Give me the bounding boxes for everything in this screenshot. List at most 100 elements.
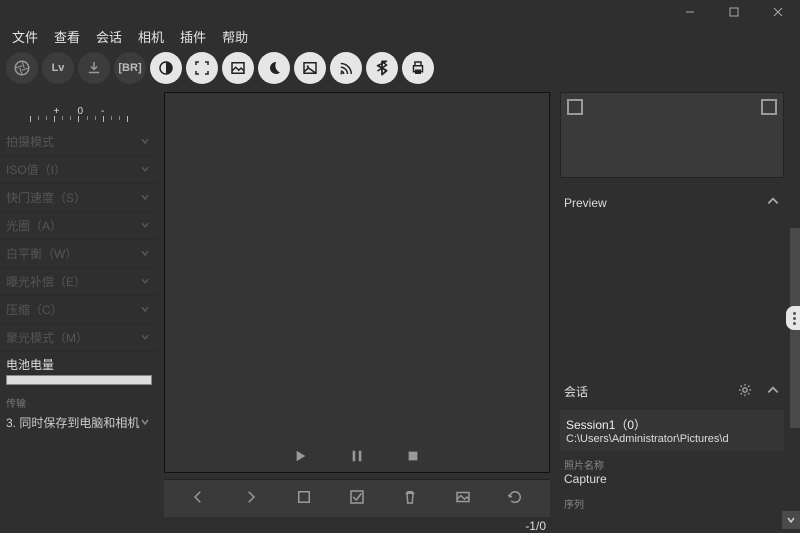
stop-button[interactable] bbox=[406, 449, 420, 466]
toolbar-btn-nightmode[interactable] bbox=[258, 52, 290, 84]
setting-label: 拍摄模式 bbox=[6, 133, 54, 150]
liveview-icon: Lv bbox=[52, 62, 65, 74]
right-panel: Preview 会话 Session1（0） bbox=[556, 88, 800, 533]
battery-label: 电池电量 bbox=[6, 356, 152, 373]
main-row: + 0 - 拍摄模式 ISO值（I） 快门速度（S） 光圈（A） 白平衡（W） … bbox=[0, 88, 800, 533]
toolbar-btn-contrast[interactable] bbox=[150, 52, 182, 84]
menu-camera[interactable]: 相机 bbox=[130, 23, 172, 50]
chevron-down-icon bbox=[140, 303, 150, 317]
session-section-header[interactable]: 会话 bbox=[556, 377, 788, 406]
exposure-scale[interactable]: + 0 - bbox=[0, 88, 158, 128]
preview-section: Preview bbox=[556, 188, 788, 367]
menu-file[interactable]: 文件 bbox=[4, 23, 46, 50]
setting-label: 白平衡（W） bbox=[6, 245, 77, 262]
liveview-button[interactable]: Lv bbox=[42, 52, 74, 84]
session-section: 会话 Session1（0） C:\Users\Administrator\Pi… bbox=[556, 377, 788, 511]
image-counter: -1/0 bbox=[158, 517, 556, 533]
scale-plus: + bbox=[54, 106, 60, 117]
toolbar-btn-fullscreen[interactable] bbox=[186, 52, 218, 84]
panel-expand-handle[interactable] bbox=[786, 306, 800, 330]
transfer-label: 传输 bbox=[0, 395, 158, 410]
scale-ticks bbox=[30, 116, 128, 122]
download-button[interactable] bbox=[78, 52, 110, 84]
chevron-down-icon bbox=[140, 275, 150, 289]
session-name: Session1（0） bbox=[566, 416, 778, 433]
chevron-down-icon bbox=[140, 247, 150, 261]
toolbar-btn-gallery[interactable] bbox=[294, 52, 326, 84]
preview-canvas bbox=[165, 93, 549, 442]
window-maximize-button[interactable] bbox=[712, 0, 756, 24]
window-minimize-button[interactable] bbox=[668, 0, 712, 24]
setting-exposure-comp[interactable]: 曝光补偿（E） bbox=[0, 268, 158, 296]
preview-area bbox=[164, 92, 550, 473]
thumbnail-placeholder[interactable] bbox=[761, 99, 777, 115]
left-panel: + 0 - 拍摄模式 ISO值（I） 快门速度（S） 光圈（A） 白平衡（W） … bbox=[0, 88, 158, 533]
bracket-icon: [BR] bbox=[118, 62, 141, 74]
menu-session[interactable]: 会话 bbox=[88, 23, 130, 50]
setting-shoot-mode[interactable]: 拍摄模式 bbox=[0, 128, 158, 156]
preview-title: Preview bbox=[564, 196, 607, 210]
session-info[interactable]: Session1（0） C:\Users\Administrator\Pictu… bbox=[560, 410, 784, 451]
menu-view[interactable]: 查看 bbox=[46, 23, 88, 50]
setting-focus-mode[interactable]: 聚光模式（M） bbox=[0, 324, 158, 352]
shutter-button[interactable] bbox=[6, 52, 38, 84]
chevron-down-icon bbox=[140, 135, 150, 149]
thumbnail-placeholder[interactable] bbox=[567, 99, 583, 115]
window-close-button[interactable] bbox=[756, 0, 800, 24]
transfer-select[interactable]: 3. 同时保存到电脑和相机 bbox=[0, 410, 158, 435]
scale-minus: - bbox=[101, 106, 104, 117]
setting-label: 曝光补偿（E） bbox=[6, 273, 86, 290]
history-button[interactable] bbox=[506, 488, 524, 509]
photo-name-value[interactable]: Capture bbox=[556, 472, 788, 490]
setting-aperture[interactable]: 光圈（A） bbox=[0, 212, 158, 240]
preview-section-header[interactable]: Preview bbox=[556, 188, 788, 217]
toolbar-btn-image[interactable] bbox=[222, 52, 254, 84]
pause-button[interactable] bbox=[350, 449, 364, 466]
chevron-down-icon bbox=[140, 219, 150, 233]
app-window: { "menu": ["文件", "查看", "会话", "相机", "插件",… bbox=[0, 0, 800, 533]
setting-iso[interactable]: ISO值（I） bbox=[0, 156, 158, 184]
setting-label: 压缩（C） bbox=[6, 301, 63, 318]
thumbnail-strip bbox=[560, 92, 784, 178]
select-none-button[interactable] bbox=[295, 488, 313, 509]
open-folder-button[interactable] bbox=[454, 488, 472, 509]
menubar: 文件 查看 会话 相机 插件 帮助 bbox=[0, 24, 800, 48]
menu-plugin[interactable]: 插件 bbox=[172, 23, 214, 50]
toolbar: Lv [BR] bbox=[0, 48, 800, 88]
select-check-button[interactable] bbox=[348, 488, 366, 509]
setting-whitebalance[interactable]: 白平衡（W） bbox=[0, 240, 158, 268]
bottom-toolbar bbox=[164, 479, 550, 517]
setting-label: ISO值（I） bbox=[6, 161, 66, 178]
battery-block: 电池电量 bbox=[0, 352, 158, 389]
chevron-down-icon bbox=[140, 416, 150, 430]
center-panel: -1/0 bbox=[158, 88, 556, 533]
scroll-down-button[interactable] bbox=[782, 511, 800, 529]
scale-zero: 0 bbox=[77, 106, 83, 117]
toolbar-btn-print[interactable] bbox=[402, 52, 434, 84]
session-title-label: 会话 bbox=[564, 383, 588, 400]
battery-bar bbox=[6, 375, 152, 385]
playback-controls bbox=[165, 442, 549, 472]
setting-label: 聚光模式（M） bbox=[6, 329, 88, 346]
delete-button[interactable] bbox=[401, 488, 419, 509]
chevron-down-icon bbox=[140, 163, 150, 177]
toolbar-btn-wifi[interactable] bbox=[330, 52, 362, 84]
setting-label: 快门速度（S） bbox=[6, 189, 86, 206]
photo-name-label: 照片名称 bbox=[556, 451, 788, 472]
gear-icon[interactable] bbox=[738, 383, 752, 400]
collapse-icon[interactable] bbox=[766, 194, 780, 211]
play-button[interactable] bbox=[294, 449, 308, 466]
sequence-label: 序列 bbox=[556, 490, 788, 511]
setting-shutter[interactable]: 快门速度（S） bbox=[0, 184, 158, 212]
chevron-down-icon bbox=[140, 191, 150, 205]
menu-help[interactable]: 帮助 bbox=[214, 23, 256, 50]
setting-label: 光圈（A） bbox=[6, 217, 62, 234]
toolbar-btn-bluetooth[interactable] bbox=[366, 52, 398, 84]
bracket-button[interactable]: [BR] bbox=[114, 52, 146, 84]
nav-back-button[interactable] bbox=[189, 488, 207, 509]
session-path: C:\Users\Administrator\Pictures\d bbox=[566, 433, 778, 445]
right-scrollbar[interactable] bbox=[790, 228, 800, 533]
collapse-icon[interactable] bbox=[766, 383, 780, 400]
setting-compression[interactable]: 压缩（C） bbox=[0, 296, 158, 324]
nav-forward-button[interactable] bbox=[242, 488, 260, 509]
